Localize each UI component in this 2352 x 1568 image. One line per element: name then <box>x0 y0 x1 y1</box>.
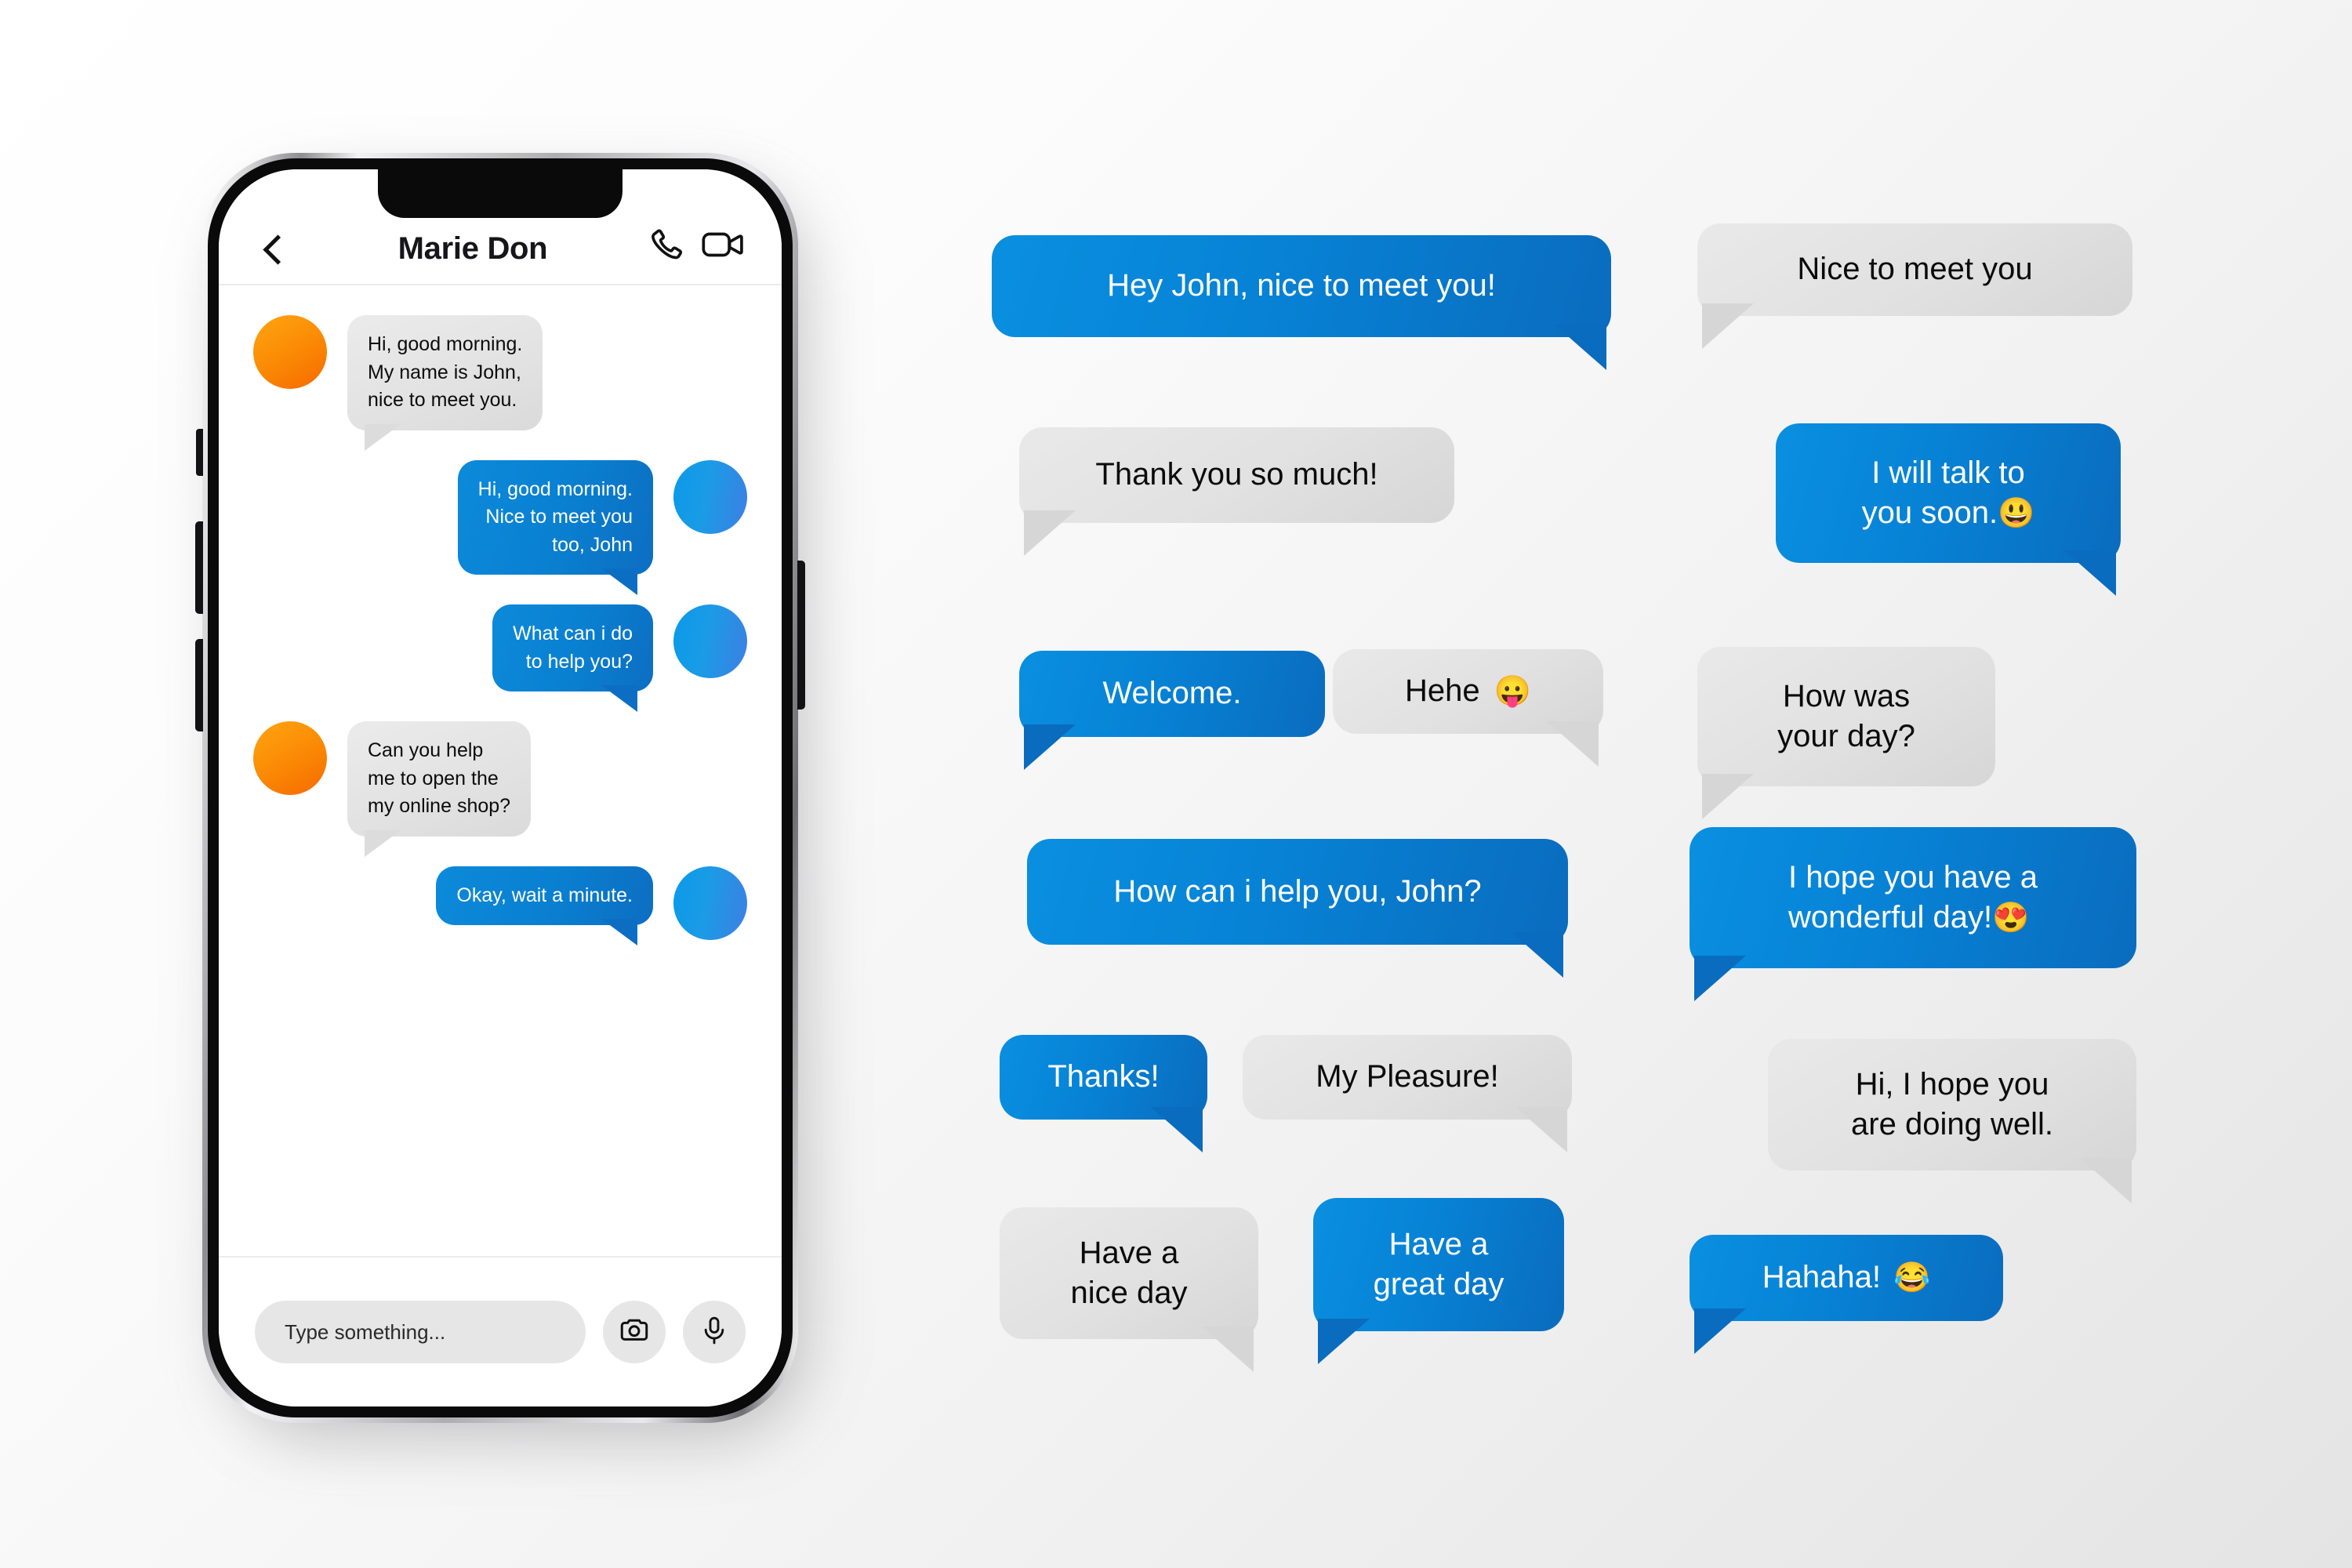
bubble-tail <box>2064 550 2116 596</box>
face-with-tears-of-joy-emoji: 😂 <box>1893 1261 1931 1294</box>
bubble-tail <box>1512 932 1563 978</box>
video-camera-icon[interactable] <box>702 227 744 267</box>
message-bubble[interactable]: Hi, good morning. My name is John, nice … <box>347 315 543 450</box>
bubble-how-can-i-help-you-john[interactable]: How can i help you, John? <box>1027 839 1568 978</box>
message-row: Can you help me to open the my online sh… <box>253 721 747 856</box>
bubble-text: How can i help you, John? <box>1113 873 1482 909</box>
message-row: Hi, good morning. My name is John, nice … <box>253 315 747 450</box>
message-bubble[interactable]: What can i do to help you? <box>492 604 653 712</box>
avatar <box>673 459 747 534</box>
microphone-icon <box>699 1314 730 1351</box>
contact-name: Marie Don <box>397 231 548 266</box>
bubble-have-a-nice-day[interactable]: Have a nice day <box>1000 1207 1258 1372</box>
message-bubble[interactable]: Okay, wait a minute. <box>436 866 653 946</box>
face-with-tongue-emoji: 😛 <box>1494 675 1531 708</box>
microphone-button[interactable] <box>683 1301 746 1363</box>
phone-metal-frame: Marie Don Hi, good morning. My name is J… <box>195 153 805 1423</box>
bubble-text: Welcome. <box>1102 676 1242 711</box>
camera-icon <box>618 1314 651 1351</box>
message-text: Hi, good morning. My name is John, nice … <box>368 333 523 411</box>
bubble-tail <box>1694 1308 1746 1354</box>
bubble-text: Thanks! <box>1047 1059 1160 1094</box>
message-bubble[interactable]: Hi, good morning. Nice to meet you too, … <box>457 459 653 595</box>
bubble-tail <box>1202 1327 1254 1372</box>
message-bubble[interactable]: Can you help me to open the my online sh… <box>347 721 532 856</box>
bubble-tail <box>1024 510 1076 556</box>
camera-button[interactable] <box>603 1301 666 1363</box>
bubble-text: How was your day? <box>1777 678 1915 753</box>
power-button[interactable] <box>797 561 805 710</box>
bubble-text: Have a great day <box>1373 1226 1504 1301</box>
volume-down-button[interactable] <box>195 639 203 731</box>
avatar <box>673 866 747 940</box>
bubble-hahaha[interactable]: Hahaha! 😂 <box>1690 1235 2003 1354</box>
bubble-tail <box>2080 1158 2132 1203</box>
volume-up-button[interactable] <box>195 521 203 614</box>
bubble-text-wrap: I will talk to you soon.😃 <box>1862 453 2035 533</box>
smiling-face-with-heart-eyes-emoji: 😍 <box>1992 902 2030 935</box>
bubble-i-hope-you-have-a-wonderful-day[interactable]: I hope you have a wonderful day!😍 <box>1690 827 2136 1001</box>
bubble-tail <box>1702 303 1754 349</box>
bubble-text: Thank you so much! <box>1095 457 1378 492</box>
bubble-tail <box>1318 1319 1370 1364</box>
avatar <box>253 315 327 389</box>
avatar <box>673 604 747 678</box>
bubble-nice-to-meet-you[interactable]: Nice to meet you <box>1697 223 2132 349</box>
bubble-i-will-talk-to-you-soon[interactable]: I will talk to you soon.😃 <box>1776 423 2121 596</box>
bubble-tail <box>1555 325 1606 370</box>
message-text: Can you help me to open the my online sh… <box>368 739 511 817</box>
avatar <box>253 721 327 795</box>
bubble-text: Have a nice day <box>1070 1235 1188 1310</box>
phone-mockup: Marie Don Hi, good morning. My name is J… <box>195 153 818 1454</box>
bubble-text: Hey John, nice to meet you! <box>1107 268 1496 303</box>
bubble-hehe[interactable]: Hehe 😛 <box>1333 649 1603 767</box>
bubble-my-pleasure[interactable]: My Pleasure! <box>1243 1035 1572 1152</box>
phone-screen: Marie Don Hi, good morning. My name is J… <box>219 169 782 1406</box>
message-row: Okay, wait a minute. <box>253 866 747 946</box>
bubble-text: My Pleasure! <box>1316 1059 1499 1094</box>
bubble-tail <box>1515 1107 1567 1152</box>
bubble-hi-i-hope-you-are-doing-well[interactable]: Hi, I hope you are doing well. <box>1768 1039 2136 1203</box>
silent-switch-button[interactable] <box>196 429 203 476</box>
bubble-thank-you-so-much[interactable]: Thank you so much! <box>1019 427 1454 556</box>
message-text: Okay, wait a minute. <box>456 884 633 906</box>
bubble-text: Hi, I hope you are doing well. <box>1851 1066 2053 1142</box>
bubble-hey-john[interactable]: Hey John, nice to meet you! <box>992 235 1611 370</box>
phone-notch <box>378 169 622 218</box>
bubble-tail <box>1024 724 1076 770</box>
message-row: Hi, good morning. Nice to meet you too, … <box>253 459 747 595</box>
bubble-tail <box>1702 774 1754 819</box>
message-row: What can i do to help you? <box>253 604 747 712</box>
grinning-face-emoji: 😃 <box>1998 497 2035 530</box>
bubble-text: Hahaha! <box>1762 1260 1881 1295</box>
header-action-icons <box>648 227 744 267</box>
bubble-tail <box>1694 956 1746 1001</box>
bubble-how-was-your-day[interactable]: How was your day? <box>1697 647 1995 819</box>
bubble-welcome[interactable]: Welcome. <box>1019 651 1325 770</box>
bubble-tail <box>1151 1107 1203 1152</box>
bubble-text: Nice to meet you <box>1797 252 2033 287</box>
message-text: Hi, good morning. Nice to meet you too, … <box>477 477 633 556</box>
phone-call-icon[interactable] <box>648 227 684 267</box>
back-chevron-icon[interactable] <box>256 232 291 267</box>
bubble-text-wrap: I hope you have a wonderful day!😍 <box>1788 858 2038 938</box>
phone-bezel: Marie Don Hi, good morning. My name is J… <box>208 158 793 1417</box>
bubble-thanks[interactable]: Thanks! <box>1000 1035 1207 1152</box>
message-text: What can i do to help you? <box>513 622 633 673</box>
bubble-have-a-great-day[interactable]: Have a great day <box>1313 1198 1564 1364</box>
chat-input-bar <box>219 1256 782 1406</box>
bubble-tail <box>1547 721 1599 767</box>
bubble-text: Hehe <box>1405 673 1480 709</box>
message-input[interactable] <box>255 1301 586 1363</box>
chat-message-list: Hi, good morning. My name is John, nice … <box>219 285 782 1179</box>
